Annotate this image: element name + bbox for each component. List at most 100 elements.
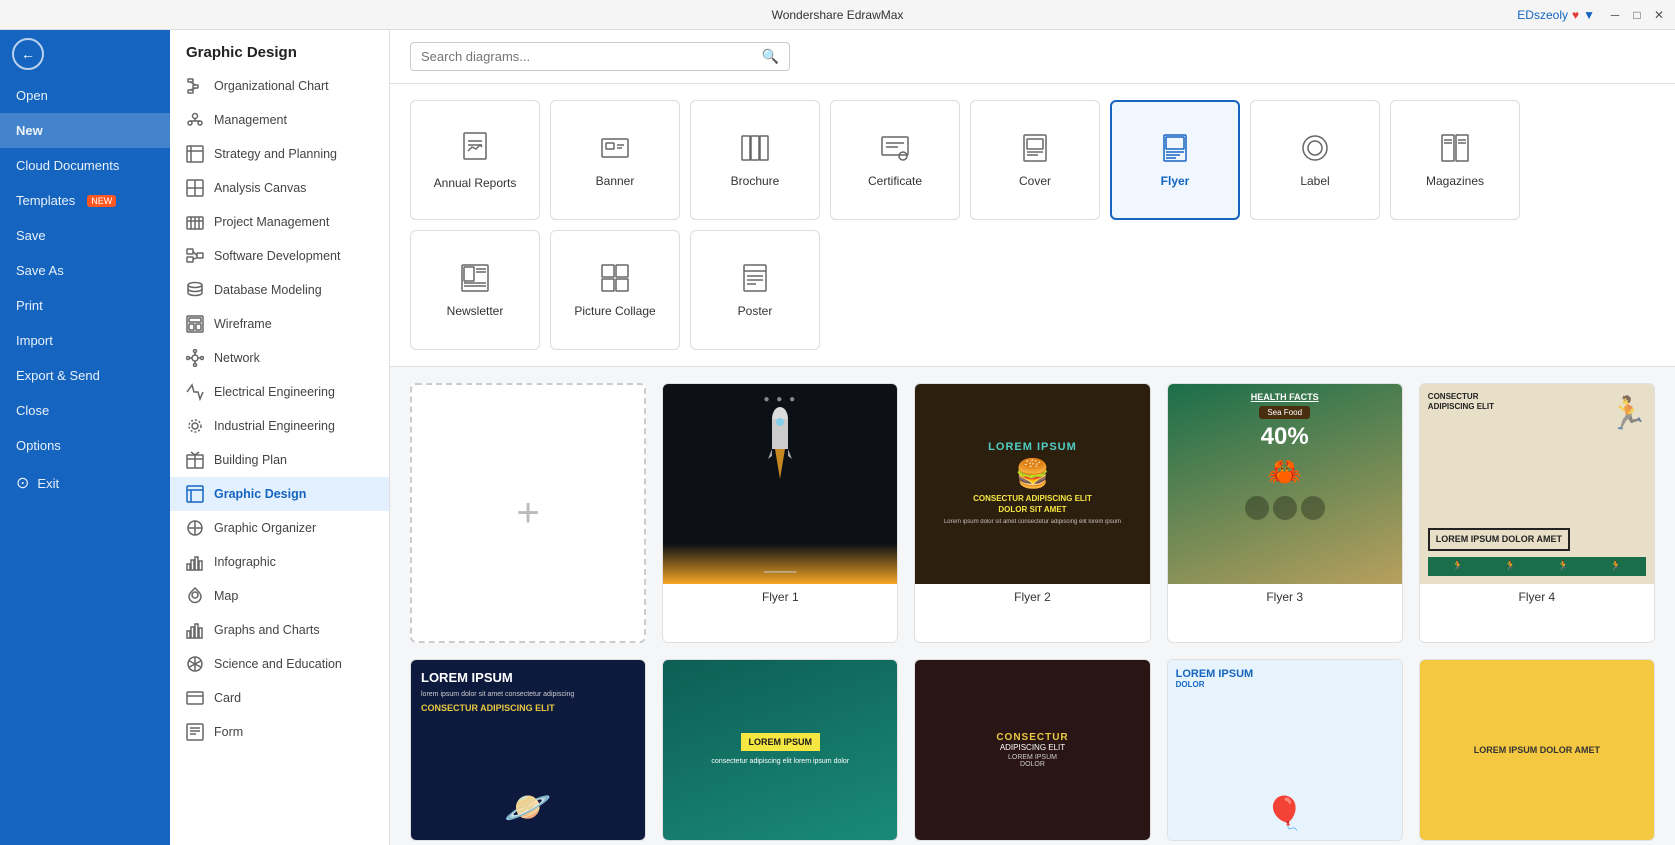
sidebar-label-network: Network [214,351,260,365]
app-body: ← Open New Cloud Documents Templates NEW… [0,30,1675,845]
nav-item-open[interactable]: Open [0,78,170,113]
sidebar-item-database[interactable]: Database Modeling [170,273,389,307]
category-certificate[interactable]: Certificate [830,100,960,220]
sidebar-label-org-chart: Organizational Chart [214,79,329,93]
nav-label-cloud: Cloud Documents [16,158,119,173]
sidebar-item-map[interactable]: Map [170,579,389,613]
electrical-icon [186,383,204,401]
template-flyer4[interactable]: CONSECTUR ADIPISCING ELIT 🏃 LOREM IPSUM … [1419,383,1655,643]
database-icon [186,281,204,299]
nav-item-close[interactable]: Close [0,393,170,428]
sidebar-item-graphic-design[interactable]: Graphic Design [170,477,389,511]
minimize-button[interactable]: ─ [1607,7,1623,23]
exit-dot-icon: ⊙ [16,473,29,493]
category-banner[interactable]: Banner [550,100,680,220]
template-flyer3[interactable]: HEALTH FACTS Sea Food 40% 🦀 [1167,383,1403,643]
template-flyer2[interactable]: LOREM IPSUM 🍔 CONSECTUR ADIPISCING ELIT … [914,383,1150,643]
sidebar-item-graphs[interactable]: Graphs and Charts [170,613,389,647]
newsletter-icon [460,263,490,296]
left-nav: ← Open New Cloud Documents Templates NEW… [0,30,170,845]
nav-item-cloud[interactable]: Cloud Documents [0,148,170,183]
template-flyer-yellow[interactable]: LOREM IPSUM DOLOR AMET [1419,659,1655,841]
main-content: 🔍 [390,30,1675,845]
analysis-icon [186,179,204,197]
sidebar-item-industrial[interactable]: Industrial Engineering [170,409,389,443]
search-input[interactable] [421,49,756,64]
sidebar-item-building[interactable]: Building Plan [170,443,389,477]
category-newsletter[interactable]: Newsletter [410,230,540,350]
nav-item-export[interactable]: Export & Send [0,358,170,393]
sidebar-item-infographic[interactable]: Infographic [170,545,389,579]
nav-label-close: Close [16,403,49,418]
nav-item-templates[interactable]: Templates NEW [0,183,170,218]
category-poster[interactable]: Poster [690,230,820,350]
sidebar-item-science[interactable]: Science and Education [170,647,389,681]
annual-reports-icon [460,131,490,168]
app-window: Wondershare EdrawMax EDszeoly ♥ ▼ ─ □ ✕ … [0,0,1675,845]
plus-icon: + [516,491,539,536]
sidebar-label-graphic-organizer: Graphic Organizer [214,521,316,535]
search-input-wrap: 🔍 [410,42,790,71]
flyer-lorem-sub: CONSECTUR ADIPISCING ELIT [421,703,635,713]
template-flyer-lorem[interactable]: LOREM IPSUM lorem ipsum dolor sit amet c… [410,659,646,841]
nav-item-print[interactable]: Print [0,288,170,323]
flyer3-label: Flyer 3 [1168,584,1402,610]
nav-item-save-as[interactable]: Save As [0,253,170,288]
sidebar-label-electrical: Electrical Engineering [214,385,335,399]
template-flyer-dark[interactable]: CONSECTUR ADIPISCING ELIT LOREM IPSUM DO… [914,659,1150,841]
sidebar-item-wireframe[interactable]: Wireframe [170,307,389,341]
poster-icon [740,263,770,296]
category-cover[interactable]: Cover [970,100,1100,220]
nav-item-save[interactable]: Save [0,218,170,253]
maximize-button[interactable]: □ [1629,7,1645,23]
sidebar-label-card: Card [214,691,241,705]
sidebar-item-org-chart[interactable]: Organizational Chart [170,69,389,103]
banner-icon [600,133,630,166]
sidebar-item-strategy[interactable]: Strategy and Planning [170,137,389,171]
brochure-label: Brochure [731,174,780,188]
dropdown-icon[interactable]: ▼ [1583,8,1595,22]
flyer-lorem-title: LOREM IPSUM [421,670,635,686]
poster-label: Poster [738,304,773,318]
templates-badge: NEW [87,195,116,207]
network-icon [186,349,204,367]
search-icon: 🔍 [762,48,779,65]
sidebar-item-management[interactable]: Management [170,103,389,137]
category-grid: Annual Reports Banner [410,100,1655,350]
sidebar-item-graphic-organizer[interactable]: Graphic Organizer [170,511,389,545]
sidebar-item-form[interactable]: Form [170,715,389,749]
nav-label-templates: Templates [16,193,75,208]
window-controls: ─ □ ✕ [1607,7,1667,23]
back-button[interactable]: ← [12,38,44,70]
sidebar-label-wireframe: Wireframe [214,317,272,331]
new-template-card[interactable]: + [410,383,646,643]
sidebar-item-electrical[interactable]: Electrical Engineering [170,375,389,409]
sidebar-item-card[interactable]: Card [170,681,389,715]
nav-label-import: Import [16,333,53,348]
flyer2-text1: LOREM IPSUM [988,441,1077,453]
nav-logo-area: ← [0,30,170,78]
nav-item-exit[interactable]: ⊙ Exit [0,463,170,503]
wireframe-icon [186,315,204,333]
sidebar-item-network[interactable]: Network [170,341,389,375]
industrial-icon [186,417,204,435]
sidebar-item-analysis[interactable]: Analysis Canvas [170,171,389,205]
sidebar-item-software-dev[interactable]: Software Development [170,239,389,273]
nav-item-options[interactable]: Options [0,428,170,463]
category-flyer[interactable]: Flyer [1110,100,1240,220]
template-flyer1[interactable]: ● ● ● ● [662,383,898,643]
picture-collage-label: Picture Collage [574,304,655,318]
template-flyer-teal[interactable]: LOREM IPSUM consectetur adipiscing elit … [662,659,898,841]
category-label[interactable]: Label [1250,100,1380,220]
template-flyer-blue[interactable]: LOREM IPSUM DOLOR 🎈 [1167,659,1403,841]
category-brochure[interactable]: Brochure [690,100,820,220]
heart-icon: ♥ [1572,8,1579,22]
category-magazines[interactable]: Magazines [1390,100,1520,220]
category-picture-collage[interactable]: Picture Collage [550,230,680,350]
nav-item-import[interactable]: Import [0,323,170,358]
nav-item-new[interactable]: New [0,113,170,148]
close-button[interactable]: ✕ [1651,7,1667,23]
sidebar-item-project[interactable]: Project Management [170,205,389,239]
category-annual-reports[interactable]: Annual Reports [410,100,540,220]
flyer3-subtitle: Sea Food [1259,406,1310,419]
